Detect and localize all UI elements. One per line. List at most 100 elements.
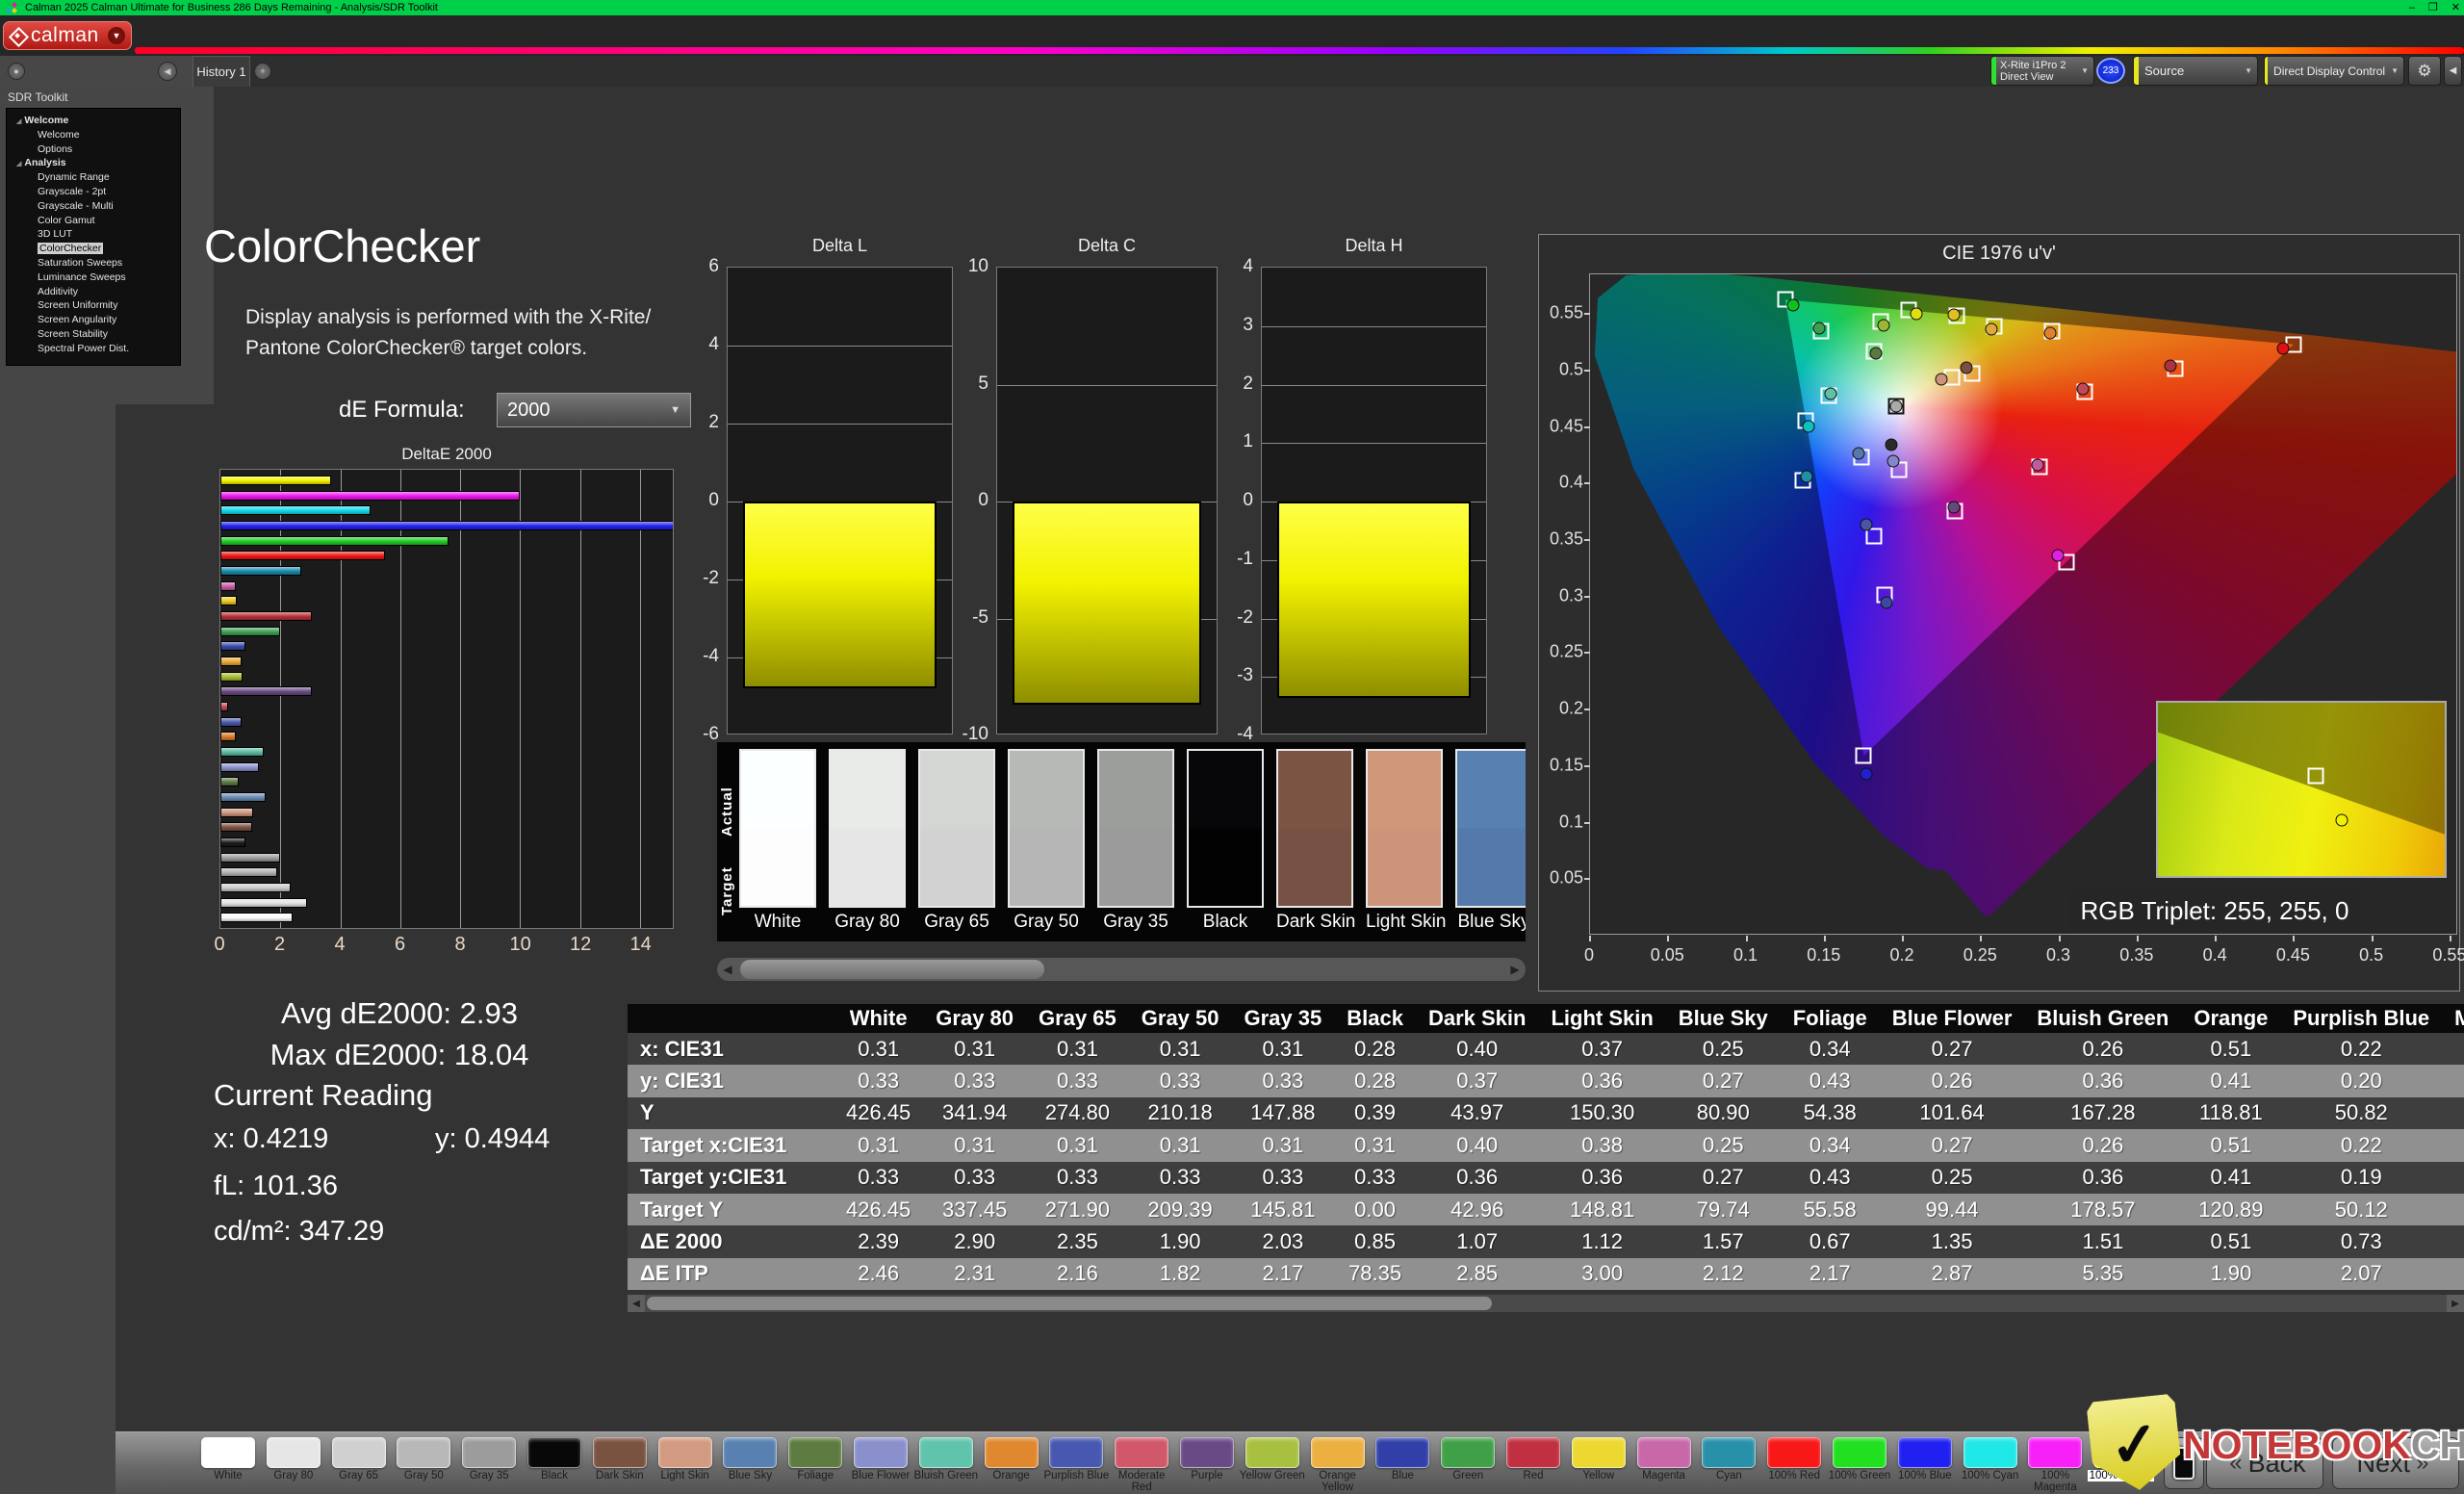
patch-button-orange[interactable]: Orange: [981, 1434, 1042, 1494]
display-control-dropdown[interactable]: Direct Display Control ▼: [2264, 56, 2404, 86]
scroll-right-icon[interactable]: ▶: [1504, 958, 1526, 981]
window-title: Calman 2025 Calman Ultimate for Business…: [25, 2, 438, 13]
next-button[interactable]: Next »: [2332, 1437, 2459, 1489]
patch-button-white[interactable]: White: [197, 1434, 259, 1494]
cie-y-tick: 0.15: [1539, 755, 1583, 775]
sidebar-item-additivity[interactable]: Additivity: [7, 285, 180, 299]
patch-button-blue-flower[interactable]: Blue Flower: [850, 1434, 911, 1494]
patch-button-yellow-green[interactable]: Yellow Green: [1242, 1434, 1303, 1494]
deltae-bar-100-green: [220, 536, 449, 546]
add-tab-button[interactable]: +: [254, 63, 271, 80]
patch-button-moderate-red[interactable]: Moderate Red: [1111, 1434, 1172, 1494]
patch-button-magenta[interactable]: Magenta: [1633, 1434, 1695, 1494]
panel-options-button[interactable]: ●: [8, 63, 25, 80]
table-cell: 0.31: [2442, 1065, 2464, 1096]
patch-button-gray-50[interactable]: Gray 50: [393, 1434, 454, 1494]
sidebar-item-saturation-sweeps[interactable]: Saturation Sweeps: [7, 256, 180, 270]
patch-button-blue[interactable]: Blue: [1372, 1434, 1433, 1494]
patch-button-gray-35[interactable]: Gray 35: [458, 1434, 520, 1494]
sidebar-item-luminance-sweeps[interactable]: Luminance Sweeps: [7, 270, 180, 285]
patch-button-blue-sky[interactable]: Blue Sky: [719, 1434, 781, 1494]
deltae-bar-green: [220, 627, 280, 636]
patch-button-foliage[interactable]: Foliage: [784, 1434, 846, 1494]
patch-button-bluish-green[interactable]: Bluish Green: [915, 1434, 977, 1494]
patch-swatch: [1833, 1437, 1886, 1468]
patch-button-100-green[interactable]: 100% Green: [1829, 1434, 1890, 1494]
patch-button-cyan[interactable]: Cyan: [1698, 1434, 1759, 1494]
patch-button-light-skin[interactable]: Light Skin: [654, 1434, 716, 1494]
scroll-right-icon[interactable]: ▶: [2447, 1295, 2464, 1312]
scroll-left-icon[interactable]: ◀: [628, 1295, 645, 1312]
patch-button-green[interactable]: Green: [1437, 1434, 1499, 1494]
chevron-down-icon: ▼: [2391, 66, 2403, 75]
minimize-icon[interactable]: –: [2409, 0, 2415, 15]
meter-count-badge[interactable]: 233: [2096, 58, 2125, 84]
patch-button-purplish-blue[interactable]: Purplish Blue: [1045, 1434, 1107, 1494]
panel-collapse-icon[interactable]: ◀: [158, 62, 177, 81]
patch-label: Gray 50: [389, 1471, 458, 1482]
de-formula-select[interactable]: 2000▼: [497, 393, 691, 427]
cie-x-tick: 0: [1584, 945, 1594, 966]
swatch-scrollbar[interactable]: ◀ ▶: [717, 958, 1526, 981]
patch-button-dark-skin[interactable]: Dark Skin: [589, 1434, 651, 1494]
patch-button-orange-yellow[interactable]: Orange Yellow: [1307, 1434, 1369, 1494]
patch-button-100-yellow[interactable]: 100% Yellow: [2090, 1434, 2151, 1494]
sidebar-item-welcome[interactable]: Welcome: [7, 128, 180, 142]
table-column-header: Foliage: [1781, 1004, 1880, 1033]
cie-y-tick: 0.35: [1539, 528, 1583, 549]
sidebar-item-grayscale-multi[interactable]: Grayscale - Multi: [7, 199, 180, 214]
patch-button-purple[interactable]: Purple: [1176, 1434, 1238, 1494]
deltae-axis-tick: 2: [274, 934, 285, 956]
table-cell: 271.90: [1026, 1194, 1129, 1225]
sidebar-item-screen-uniformity[interactable]: Screen Uniformity: [7, 298, 180, 313]
deltae-bar-light-skin: [220, 808, 253, 817]
table-scroll-thumb[interactable]: [647, 1297, 1492, 1310]
sidebar-item-color-gamut[interactable]: Color Gamut: [7, 214, 180, 228]
patch-button-black[interactable]: Black: [524, 1434, 585, 1494]
sidebar-item-welcome[interactable]: ◢Welcome: [7, 114, 180, 128]
patch-button-100-magenta[interactable]: 100% Magenta: [2024, 1434, 2086, 1494]
sidebar-item-3d-lut[interactable]: 3D LUT: [7, 227, 180, 242]
table-scrollbar[interactable]: ◀ ▶: [628, 1295, 2464, 1312]
patch-swatch: [332, 1437, 386, 1468]
patch-label: Gray 80: [259, 1471, 328, 1482]
table-cell: 0.31: [923, 1033, 1026, 1065]
sidebar-item-screen-angularity[interactable]: Screen Angularity: [7, 313, 180, 327]
table-column-header: Blue Sky: [1666, 1004, 1781, 1033]
patch-button-gray-80[interactable]: Gray 80: [263, 1434, 324, 1494]
table-column-header: Moderate Red: [2442, 1004, 2464, 1033]
delta-axis-tick: 2: [1215, 374, 1253, 395]
patch-button-100-red[interactable]: 100% Red: [1763, 1434, 1825, 1494]
sidebar-item-analysis[interactable]: ◢Analysis: [7, 156, 180, 170]
back-button[interactable]: « Back: [2206, 1437, 2323, 1489]
sidebar-item-colorchecker[interactable]: ColorChecker: [7, 242, 180, 256]
table-column-header: Gray 80: [923, 1004, 1026, 1033]
deltae-bar-red: [220, 611, 312, 621]
settings-button[interactable]: ⚙: [2408, 56, 2441, 86]
pattern-window-button[interactable]: [2164, 1437, 2204, 1489]
tree-expand-icon[interactable]: ◢: [16, 118, 21, 125]
tree-expand-icon[interactable]: ◢: [16, 161, 21, 167]
sidebar-item-dynamic-range[interactable]: Dynamic Range: [7, 170, 180, 185]
collapse-right-panel-button[interactable]: ◀: [2444, 56, 2462, 86]
patch-swatch: [1964, 1437, 2017, 1468]
source-dropdown[interactable]: Source ▼: [2133, 56, 2258, 86]
cie-measured-marker: [2032, 458, 2044, 471]
tab-history-1[interactable]: History 1: [192, 56, 250, 87]
meter-dropdown[interactable]: X-Rite i1Pro 2Direct View ▼: [1990, 56, 2094, 86]
patch-button-red[interactable]: Red: [1502, 1434, 1564, 1494]
close-icon[interactable]: ✕: [2451, 0, 2460, 15]
calman-menu-button[interactable]: calman ▼: [3, 21, 132, 50]
sidebar-item-spectral-power-dist-[interactable]: Spectral Power Dist.: [7, 342, 180, 356]
sidebar-item-options[interactable]: Options: [7, 142, 180, 157]
sidebar-item-grayscale-2pt[interactable]: Grayscale - 2pt: [7, 185, 180, 199]
scroll-left-icon[interactable]: ◀: [717, 958, 738, 981]
patch-button-yellow[interactable]: Yellow: [1568, 1434, 1630, 1494]
swatch-scroll-thumb[interactable]: [740, 960, 1044, 979]
sidebar-item-screen-stability[interactable]: Screen Stability: [7, 327, 180, 342]
patch-button-100-blue[interactable]: 100% Blue: [1894, 1434, 1956, 1494]
maximize-icon[interactable]: ❐: [2428, 0, 2438, 15]
patch-button-100-cyan[interactable]: 100% Cyan: [1960, 1434, 2021, 1494]
patch-button-gray-65[interactable]: Gray 65: [328, 1434, 390, 1494]
deltae-axis-tick: 12: [570, 934, 591, 956]
